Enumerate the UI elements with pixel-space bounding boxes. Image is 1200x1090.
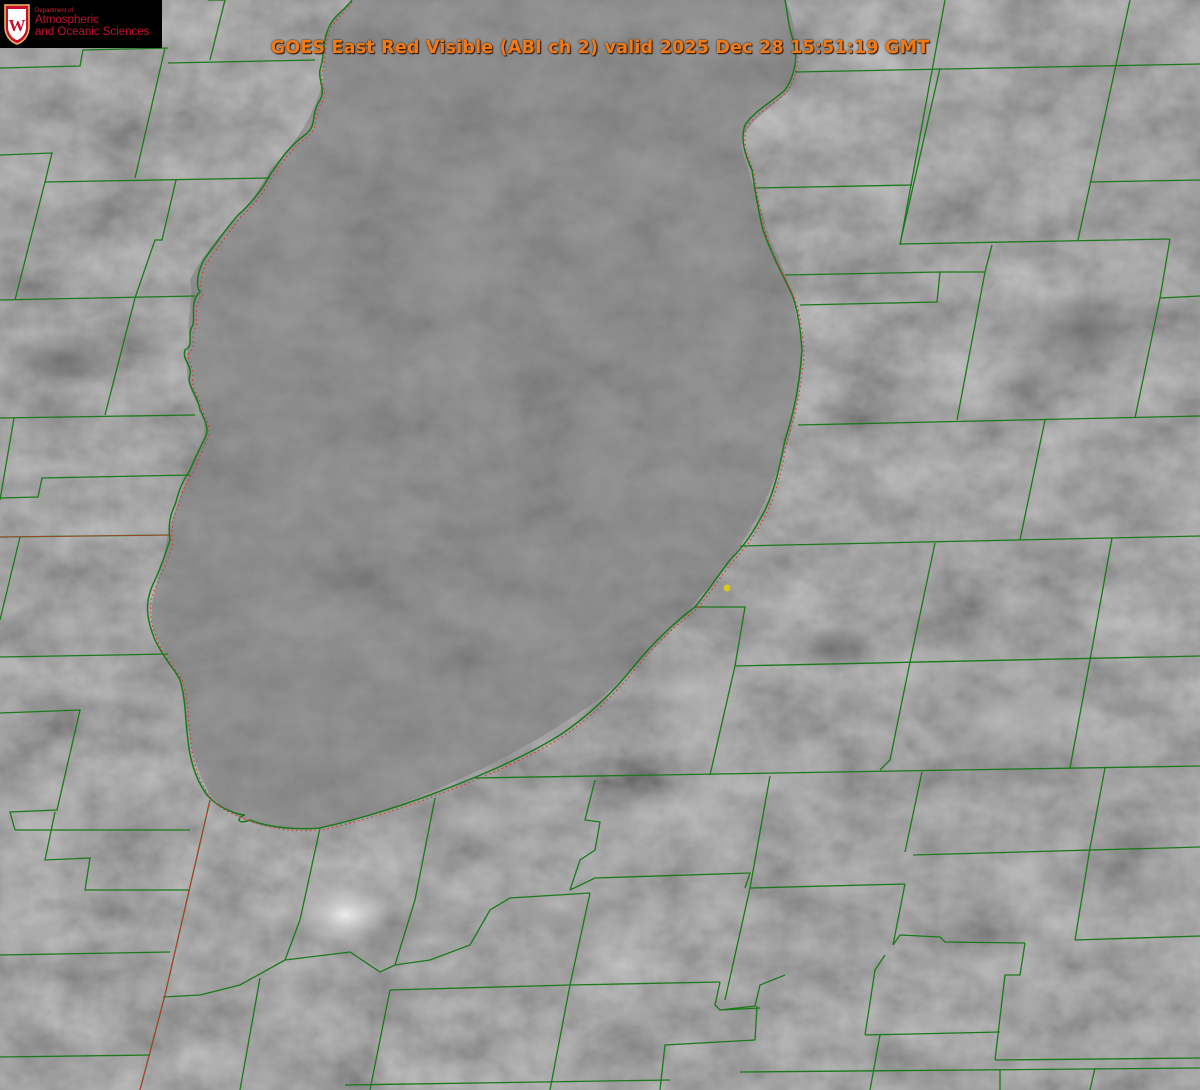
location-marker [723, 584, 731, 592]
bright-cloud-5 [380, 915, 480, 965]
satellite-map-viewport: W Department of Atmospheric and Oceanic … [0, 0, 1200, 1090]
logo-line-1: Atmospheric [35, 14, 99, 26]
crest-letter: W [9, 16, 26, 35]
dark-cloud-3 [0, 330, 120, 390]
satellite-map [0, 0, 1200, 1090]
image-title: GOES East Red Visible (ABI ch 2) valid 2… [270, 38, 930, 58]
bright-cloud-4 [500, 875, 620, 935]
bright-cloud-2 [390, 785, 550, 855]
dark-cloud-2 [1020, 290, 1140, 370]
bright-cloud-6 [930, 680, 1070, 760]
dark-cloud-1 [780, 625, 880, 675]
